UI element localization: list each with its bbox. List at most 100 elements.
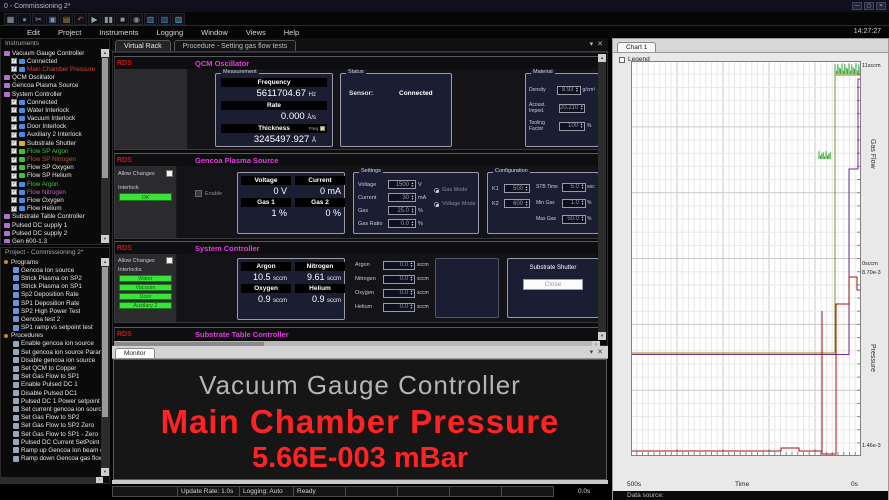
tree-checkbox[interactable] — [11, 181, 17, 187]
instruments-scrollbar[interactable]: ▲ ▼ — [101, 49, 109, 243]
material-field[interactable]: 8.93 — [557, 86, 581, 95]
toolbar-icon[interactable]: ● — [18, 13, 31, 25]
program-row[interactable]: SP2 High Power Test — [1, 307, 101, 315]
tree-checkbox[interactable] — [11, 165, 17, 171]
config-field[interactable]: 1.0 — [562, 199, 586, 208]
program-row[interactable]: Sp2 Deposition Rate — [1, 291, 101, 299]
procedure-row[interactable]: Disable Pulsed DC1 — [1, 389, 101, 397]
toolbar-icon[interactable]: ▶ — [88, 13, 101, 25]
scroll-right-icon[interactable]: › — [96, 477, 103, 483]
tree-row[interactable]: Flow Oxygen — [1, 196, 101, 204]
procedure-row[interactable]: Set Gas Flow to SP2 Zero — [1, 422, 101, 430]
legend-checkbox[interactable] — [619, 57, 625, 63]
program-row[interactable]: Gencoa test 2 — [1, 315, 101, 323]
scroll-down-icon[interactable]: ▼ — [101, 468, 109, 476]
procedure-row[interactable]: Disable gencoa ion source — [1, 356, 101, 364]
tab-chart-1[interactable]: Chart 1 — [617, 42, 656, 52]
tree-checkbox[interactable] — [11, 132, 17, 138]
tree-row[interactable]: Pulsed DC supply 1 — [1, 221, 101, 229]
tree-row[interactable]: Flow Nitrogen — [1, 188, 101, 196]
interlock-button[interactable]: Auxilary 2 — [119, 302, 172, 309]
config-field[interactable]: 5.0 — [562, 183, 586, 192]
tree-checkbox[interactable] — [11, 206, 17, 212]
tree-row[interactable]: Flow Helium — [1, 205, 101, 213]
tree-checkbox[interactable] — [11, 66, 17, 72]
tree-checkbox[interactable] — [11, 124, 17, 130]
tree-row[interactable]: Flow SP Oxygen — [1, 164, 101, 172]
procedure-row[interactable]: Enable Pulsed DC 1 — [1, 381, 101, 389]
procedure-row[interactable]: Set Gas Flow to SP1 — [1, 373, 101, 381]
toolbar-icon[interactable]: ✂ — [32, 13, 45, 25]
procedures-section[interactable]: Procedures — [1, 332, 101, 340]
tree-checkbox[interactable] — [11, 116, 17, 122]
setpoint-field[interactable]: 0.0 — [383, 303, 415, 312]
menu-item[interactable]: Views — [237, 28, 275, 37]
config-field[interactable]: 600 — [504, 199, 530, 208]
tree-row[interactable]: Vacuum Interlock — [1, 115, 101, 123]
procedure-row[interactable]: Set QCM to Copper — [1, 364, 101, 372]
toolbar-icon[interactable]: ◉ — [130, 13, 143, 25]
shutter-close-button[interactable]: Close — [523, 279, 583, 290]
procedure-row[interactable]: Set gencoa ion source Parameters — [1, 348, 101, 356]
tab-monitor[interactable]: Monitor — [115, 348, 155, 358]
menu-item[interactable]: Project — [49, 28, 90, 37]
project-scrollbar[interactable]: ▲ ▼ — [101, 258, 109, 476]
program-row[interactable]: Strick Plasma on SP1 — [1, 283, 101, 291]
procedure-row[interactable]: Ramp up Gencoa Ion beam current — [1, 446, 101, 454]
toolbar-icon[interactable]: ↶ — [74, 13, 87, 25]
pane-close-icon[interactable]: ✕ — [597, 40, 603, 48]
rack-vscrollbar[interactable]: ▲ ▼ — [598, 54, 606, 340]
tree-checkbox[interactable] — [11, 197, 17, 203]
maximize-button[interactable]: ▢ — [864, 2, 874, 10]
radio-icon[interactable] — [434, 202, 439, 207]
scroll-down-icon[interactable]: ▼ — [598, 332, 606, 340]
radio-icon[interactable] — [434, 188, 439, 193]
chart-plot[interactable] — [631, 61, 861, 456]
settings-field[interactable]: 30 — [388, 193, 416, 202]
procedure-row[interactable]: Pulsed DC 1 Power setpoint — [1, 397, 101, 405]
scroll-up-icon[interactable]: ▲ — [101, 258, 109, 266]
tree-row[interactable]: Gencoa Plasma Source — [1, 82, 101, 90]
menu-item[interactable]: Window — [192, 28, 237, 37]
toolbar-icon[interactable]: ▨ — [158, 13, 171, 25]
tree-checkbox[interactable] — [11, 189, 17, 195]
program-row[interactable]: Gencoa Ion source — [1, 266, 101, 274]
tree-checkbox[interactable] — [11, 99, 17, 105]
toolbar-icon[interactable]: ▤ — [60, 13, 73, 25]
tree-checkbox[interactable] — [11, 58, 17, 64]
menu-item[interactable]: Edit — [18, 28, 49, 37]
project-hscrollbar[interactable]: › — [1, 477, 103, 483]
tree-checkbox[interactable] — [11, 148, 17, 154]
toolbar-icon[interactable]: ■ — [116, 13, 129, 25]
close-button[interactable]: ✕ — [876, 2, 886, 10]
tab-virtual-rack[interactable]: Virtual Rack — [115, 40, 171, 51]
tree-checkbox[interactable] — [11, 107, 17, 113]
tree-row[interactable]: Water Interlock — [1, 106, 101, 114]
interlock-button[interactable]: Door — [119, 293, 172, 300]
tree-row[interactable]: Pulsed DC supply 2 — [1, 229, 101, 237]
procedure-row[interactable]: Set Gas Flow to SP1 - Zero — [1, 430, 101, 438]
tree-row[interactable]: Flow SP Argon — [1, 147, 101, 155]
tree-row[interactable]: Flow Argon — [1, 180, 101, 188]
scroll-up-icon[interactable]: ▲ — [101, 49, 109, 57]
menu-item[interactable]: Help — [275, 28, 308, 37]
mode-radio-row[interactable]: Gas Mode — [434, 183, 476, 197]
toolbar-icon[interactable]: ▥ — [144, 13, 157, 25]
program-row[interactable]: SP1 Deposition Rate — [1, 299, 101, 307]
tree-row[interactable]: Flow SP Helium — [1, 172, 101, 180]
config-field[interactable]: 500 — [504, 184, 530, 193]
tree-row[interactable]: Gen 600-1.3 — [1, 237, 101, 243]
programs-section[interactable]: Programs — [1, 258, 101, 266]
mode-radio-row[interactable]: Voltage Mode — [434, 197, 476, 211]
menu-item[interactable]: Instruments — [90, 28, 147, 37]
tree-row[interactable]: System Controller — [1, 90, 101, 98]
tree-row[interactable]: Door Interlock — [1, 123, 101, 131]
procedure-row[interactable]: Pulsed DC Current SetPoint — [1, 438, 101, 446]
tab-procedure[interactable]: Procedure - Setting gas flow tests — [174, 40, 297, 51]
enable-checkbox[interactable] — [195, 190, 202, 197]
tree-row[interactable]: Flow SP Nitrogen — [1, 155, 101, 163]
settings-field[interactable]: 1500 — [388, 180, 416, 189]
tree-row[interactable]: QCM Oscillator — [1, 74, 101, 82]
tree-checkbox[interactable] — [11, 173, 17, 179]
toolbar-icon[interactable]: ▮▮ — [102, 13, 115, 25]
